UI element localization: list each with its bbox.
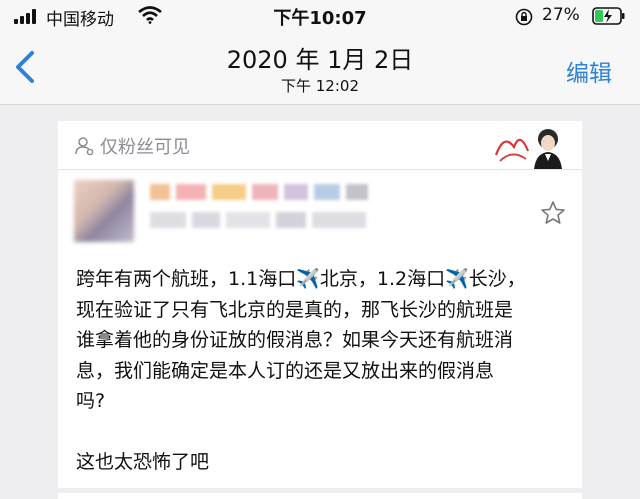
visibility-header: 仅粉丝可见 bbox=[58, 121, 582, 170]
post-line: 谁拿着他的身份证放的假消息？如果今天还有航班消 bbox=[76, 329, 514, 351]
post-line: 现在验证了只有飞北京的是真的，那飞长沙的航班是 bbox=[76, 298, 514, 321]
blurred-username bbox=[150, 184, 374, 200]
blurred-user-info bbox=[150, 212, 372, 228]
post-date-title: 2020 年 1月 2日 bbox=[226, 46, 414, 74]
visibility-label: 仅粉丝可见 bbox=[100, 137, 190, 158]
fans-only-user-icon bbox=[75, 137, 94, 156]
post-line: 息，我们能确定是本人订的还是又放出来的假消息 bbox=[76, 359, 495, 382]
battery-charging-icon bbox=[592, 7, 625, 25]
post-time-subtitle: 下午 12:02 bbox=[281, 77, 359, 95]
post-line: 吗? bbox=[76, 390, 106, 412]
favorite-star-icon[interactable] bbox=[540, 200, 566, 226]
rotation-lock-icon bbox=[515, 8, 533, 26]
post-closing-line: 这也太恐怖了吧 bbox=[76, 450, 210, 473]
blurred-avatar bbox=[74, 180, 134, 242]
decorative-sticker-image bbox=[494, 129, 562, 169]
post-line: 跨年有两个航班，1.1海口✈️北京，1.2海口✈️长沙， bbox=[76, 268, 526, 290]
post-card: 跨年有两个航班，1.1海口✈️北京，1.2海口✈️长沙， 现在验证了只有飞北京的… bbox=[58, 170, 582, 488]
card-bottom-edge bbox=[58, 493, 582, 499]
status-bar: 中国移动 下午10:07 27% bbox=[0, 0, 640, 34]
post-content-area: 仅粉丝可见 跨年有两个航班，1.1海口✈️北京，1.2海口✈️长沙， 现在验证了… bbox=[0, 105, 640, 499]
edit-button[interactable]: 编辑 bbox=[566, 54, 612, 88]
navigation-bar: 2020 年 1月 2日 下午 12:02 编辑 bbox=[0, 34, 640, 105]
battery-percentage: 27% bbox=[542, 5, 580, 25]
post-body: 跨年有两个航班，1.1海口✈️北京，1.2海口✈️长沙， 现在验证了只有飞北京的… bbox=[76, 264, 572, 477]
